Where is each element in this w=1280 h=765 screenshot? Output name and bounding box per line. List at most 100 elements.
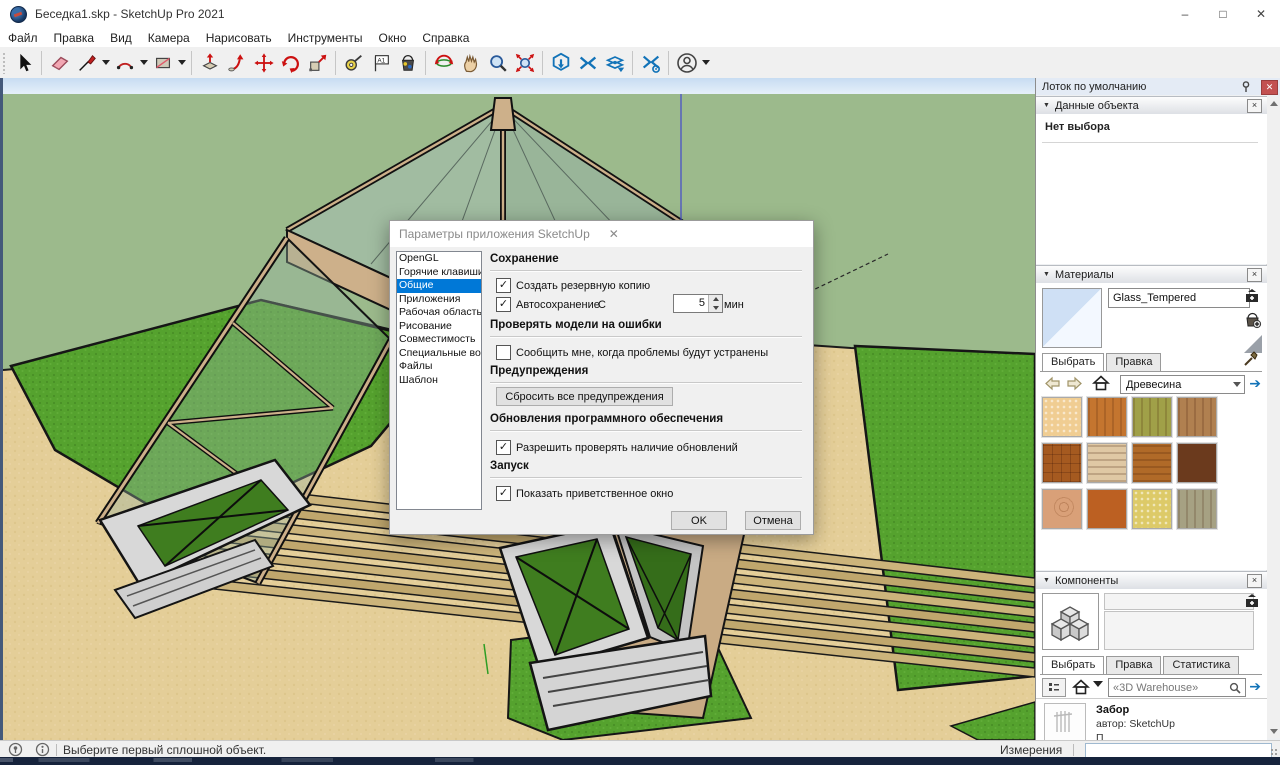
component-result-row[interactable]: Забор автор: SketchUp П — [1036, 698, 1267, 741]
entity-info-close-icon[interactable]: × — [1247, 99, 1262, 113]
allow-updates-checkbox[interactable]: ✓ — [496, 440, 511, 455]
material-swatch-10[interactable] — [1087, 489, 1127, 529]
toolbar-drag-handle[interactable] — [2, 52, 7, 74]
geolocation-icon[interactable] — [8, 742, 23, 757]
pin-icon[interactable] — [1241, 81, 1251, 93]
backup-checkbox[interactable]: ✓ — [496, 278, 511, 293]
dialog-close-icon[interactable]: ✕ — [599, 221, 629, 247]
scale-tool[interactable] — [304, 49, 331, 76]
collapse-icon[interactable]: ▼ — [1043, 102, 1050, 109]
search-icon[interactable] — [1229, 682, 1241, 694]
material-swatch-11[interactable] — [1132, 489, 1172, 529]
category-Специальные воз[interactable]: Специальные воз — [397, 347, 481, 361]
category-Совместимость[interactable]: Совместимость — [397, 333, 481, 347]
component-result-title[interactable]: Забор — [1096, 704, 1129, 716]
material-swatch-5[interactable] — [1042, 443, 1082, 483]
pan-tool[interactable] — [457, 49, 484, 76]
category-Рисование[interactable]: Рисование — [397, 320, 481, 334]
material-swatch-2[interactable] — [1087, 397, 1127, 437]
eyedropper-icon[interactable] — [1243, 351, 1259, 367]
extension-manager-icon[interactable] — [637, 49, 664, 76]
entity-info-header[interactable]: ▼ Данные объекта × — [1036, 96, 1267, 115]
follow-me-tool[interactable] — [223, 49, 250, 76]
category-Общие[interactable]: Общие — [397, 279, 481, 293]
material-swatch-8[interactable] — [1177, 443, 1217, 483]
autosave-checkbox-row[interactable]: ✓ Автосохранение С 5 мин — [496, 297, 802, 312]
maximize-button[interactable]: □ — [1204, 0, 1242, 28]
category-Приложения[interactable]: Приложения — [397, 293, 481, 307]
components-header[interactable]: ▼ Компоненты × — [1036, 571, 1267, 590]
extension-warehouse-icon[interactable] — [574, 49, 601, 76]
spinner-down-icon[interactable] — [709, 304, 722, 313]
collapse-icon[interactable]: ▼ — [1043, 271, 1050, 278]
menu-Камера[interactable]: Камера — [140, 30, 198, 46]
rotate-tool[interactable] — [277, 49, 304, 76]
select-tool[interactable] — [10, 49, 37, 76]
notify-checkbox[interactable] — [496, 345, 511, 360]
materials-header[interactable]: ▼ Материалы × — [1036, 265, 1267, 284]
tab-statistics[interactable]: Статистика — [1163, 656, 1239, 674]
scroll-up-icon[interactable] — [1268, 97, 1279, 109]
secondary-pane-icon[interactable] — [1245, 288, 1259, 303]
push-pull-tool[interactable] — [196, 49, 223, 76]
material-collection-dropdown[interactable]: Древесина — [1120, 375, 1245, 394]
autosave-checkbox[interactable]: ✓ — [496, 297, 511, 312]
zoom-tool[interactable] — [484, 49, 511, 76]
component-thumbnail[interactable] — [1044, 703, 1086, 741]
zoom-extents-tool[interactable] — [511, 49, 538, 76]
rectangle-tool-dropdown[interactable] — [176, 49, 187, 76]
tray-close-icon[interactable]: ✕ — [1261, 80, 1278, 95]
measurements-input[interactable] — [1085, 743, 1272, 758]
3d-warehouse-icon[interactable] — [547, 49, 574, 76]
line-tool[interactable] — [73, 49, 100, 76]
tab-select[interactable]: Выбрать — [1042, 656, 1104, 674]
view-options-button[interactable] — [1042, 678, 1066, 697]
tray-scrollbar[interactable] — [1266, 97, 1280, 738]
material-swatch-6[interactable] — [1087, 443, 1127, 483]
welcome-checkbox-row[interactable]: ✓ Показать приветственное окно — [496, 486, 673, 501]
tab-edit[interactable]: Правка — [1106, 656, 1161, 674]
warehouse-search-input[interactable]: «3D Warehouse» — [1108, 678, 1246, 697]
details-arrow-icon[interactable]: ➔ — [1249, 678, 1261, 695]
material-swatch-4[interactable] — [1177, 397, 1217, 437]
tray-header[interactable]: Лоток по умолчанию — [1036, 78, 1280, 95]
collapse-icon[interactable]: ▼ — [1043, 577, 1050, 584]
category-Рабочая область[interactable]: Рабочая область — [397, 306, 481, 320]
ok-button[interactable]: OK — [671, 511, 727, 530]
autosave-interval-spinner[interactable]: 5 — [673, 294, 723, 313]
dialog-title-bar[interactable]: Параметры приложения SketchUp ✕ — [390, 221, 813, 247]
category-OpenGL[interactable]: OpenGL — [397, 252, 481, 266]
menu-Нарисовать[interactable]: Нарисовать — [198, 30, 280, 46]
reset-warnings-button[interactable]: Сбросить все предупреждения — [496, 387, 673, 406]
components-close-icon[interactable]: × — [1247, 574, 1262, 588]
menu-Вид[interactable]: Вид — [102, 30, 140, 46]
menu-Правка[interactable]: Правка — [46, 30, 103, 46]
menu-Файл[interactable]: Файл — [0, 30, 46, 46]
material-swatch-1[interactable] — [1042, 397, 1082, 437]
orbit-tool[interactable] — [430, 49, 457, 76]
allow-updates-checkbox-row[interactable]: ✓ Разрешить проверять наличие обновлений — [496, 440, 738, 455]
chevron-down-icon[interactable] — [1093, 681, 1103, 692]
home-icon[interactable] — [1092, 374, 1110, 392]
secondary-pane-icon[interactable] — [1245, 593, 1259, 608]
tab-select[interactable]: Выбрать — [1042, 353, 1104, 371]
material-swatch-3[interactable] — [1132, 397, 1172, 437]
category-Шаблон[interactable]: Шаблон — [397, 374, 481, 388]
material-swatch-12[interactable] — [1177, 489, 1217, 529]
category-Горячие клавиши[interactable]: Горячие клавиши — [397, 266, 481, 280]
account-dropdown[interactable] — [700, 49, 711, 76]
line-tool-dropdown[interactable] — [100, 49, 111, 76]
welcome-checkbox[interactable]: ✓ — [496, 486, 511, 501]
credits-info-icon[interactable] — [35, 742, 50, 757]
text-tool[interactable]: A1 — [367, 49, 394, 76]
forward-arrow-icon[interactable] — [1066, 375, 1083, 392]
share-component-icon[interactable] — [601, 49, 628, 76]
component-name-field[interactable] — [1104, 593, 1254, 610]
menu-Инструменты[interactable]: Инструменты — [280, 30, 371, 46]
materials-close-icon[interactable]: × — [1247, 268, 1262, 282]
tab-edit[interactable]: Правка — [1106, 353, 1161, 371]
minimize-button[interactable]: – — [1166, 0, 1204, 28]
category-Файлы[interactable]: Файлы — [397, 360, 481, 374]
rectangle-tool[interactable] — [149, 49, 176, 76]
home-icon[interactable] — [1072, 678, 1090, 696]
